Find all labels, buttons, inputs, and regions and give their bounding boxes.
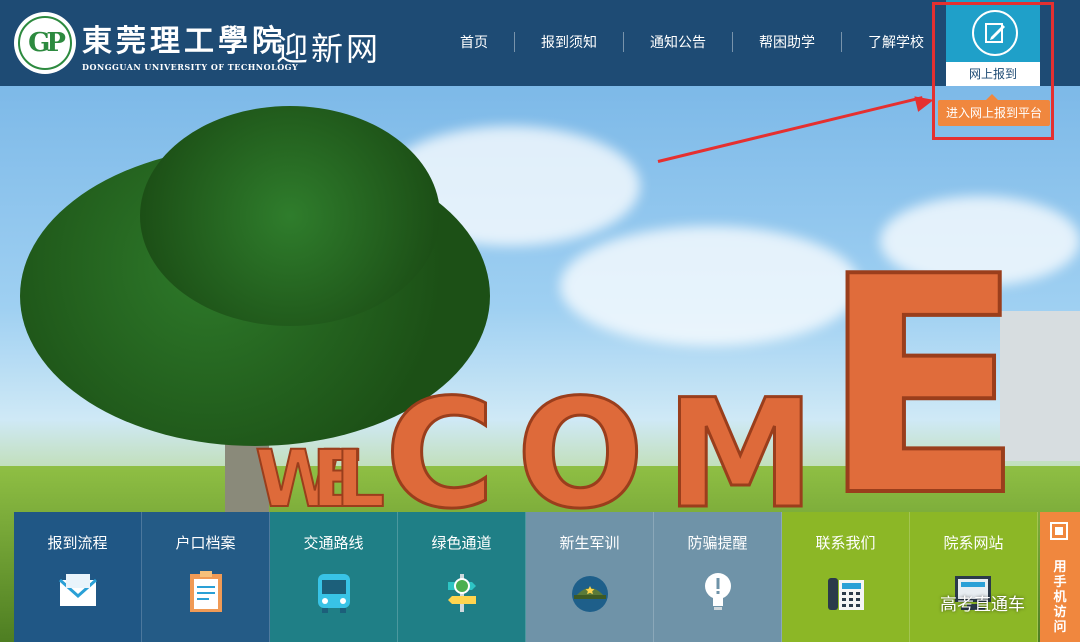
tile-registration-process[interactable]: 报到流程: [14, 512, 142, 642]
tile-green-channel[interactable]: 绿色通道: [398, 512, 526, 642]
brand[interactable]: 東莞理工學院 DONGGUAN UNIVERSITY OF TECHNOLOGY: [82, 16, 298, 72]
nav-item-announcements[interactable]: 通知公告: [624, 32, 732, 52]
mobile-access-tab[interactable]: 用手机访问: [1040, 512, 1080, 642]
watermark-text: 高考直通车: [940, 595, 1025, 615]
nav-item-financial-aid[interactable]: 帮困助学: [733, 32, 841, 52]
tile-fraud-alert[interactable]: 防骗提醒: [654, 512, 782, 642]
quick-links: 报到流程 户口档案 交通路线 绿色通道 新生军训 防骗提醒 联系我们 院系网站: [14, 512, 1040, 642]
qr-code-icon: [1050, 522, 1068, 540]
tile-label: 新生军训: [559, 534, 620, 552]
tile-label: 院系网站: [943, 534, 1004, 552]
tile-contact-us[interactable]: 联系我们: [782, 512, 910, 642]
tile-transport-route[interactable]: 交通路线: [270, 512, 398, 642]
tile-label: 户口档案: [175, 534, 236, 552]
university-name-cn: 東莞理工學院: [82, 24, 286, 59]
site-title: 迎新网: [276, 30, 382, 68]
envelope-icon: [59, 574, 97, 606]
tile-household-records[interactable]: 户口档案: [142, 512, 270, 642]
university-logo[interactable]: GP: [14, 12, 76, 74]
clipboard-icon: [190, 571, 222, 612]
tile-label: 防骗提醒: [687, 534, 748, 552]
logo-monogram: GP: [28, 28, 66, 58]
tile-military-training[interactable]: 新生军训: [526, 512, 654, 642]
nav-item-home[interactable]: 首页: [434, 32, 514, 52]
nav-item-registration-notes[interactable]: 报到须知: [515, 32, 623, 52]
lightbulb-icon: [705, 573, 731, 610]
main-nav: 首页 报到须知 通知公告 帮困助学 了解学校: [434, 32, 950, 52]
site-header: GP 東莞理工學院 DONGGUAN UNIVERSITY OF TECHNOL…: [0, 0, 1080, 86]
tile-label: 绿色通道: [431, 534, 492, 552]
military-cap-icon: [572, 576, 608, 612]
annotation-highlight-box: [932, 2, 1054, 140]
tile-label: 联系我们: [815, 534, 876, 552]
tile-label: 报到流程: [47, 534, 108, 552]
tile-label: 交通路线: [303, 534, 364, 552]
hero-letter-e: E: [820, 213, 1025, 562]
signpost-icon: [448, 574, 476, 612]
bus-icon: [318, 574, 350, 613]
telephone-icon: [828, 578, 864, 610]
mobile-access-label: 用手机访问: [1053, 560, 1067, 635]
tile-department-websites[interactable]: 院系网站: [910, 512, 1038, 642]
university-name-en: DONGGUAN UNIVERSITY OF TECHNOLOGY: [82, 62, 299, 72]
